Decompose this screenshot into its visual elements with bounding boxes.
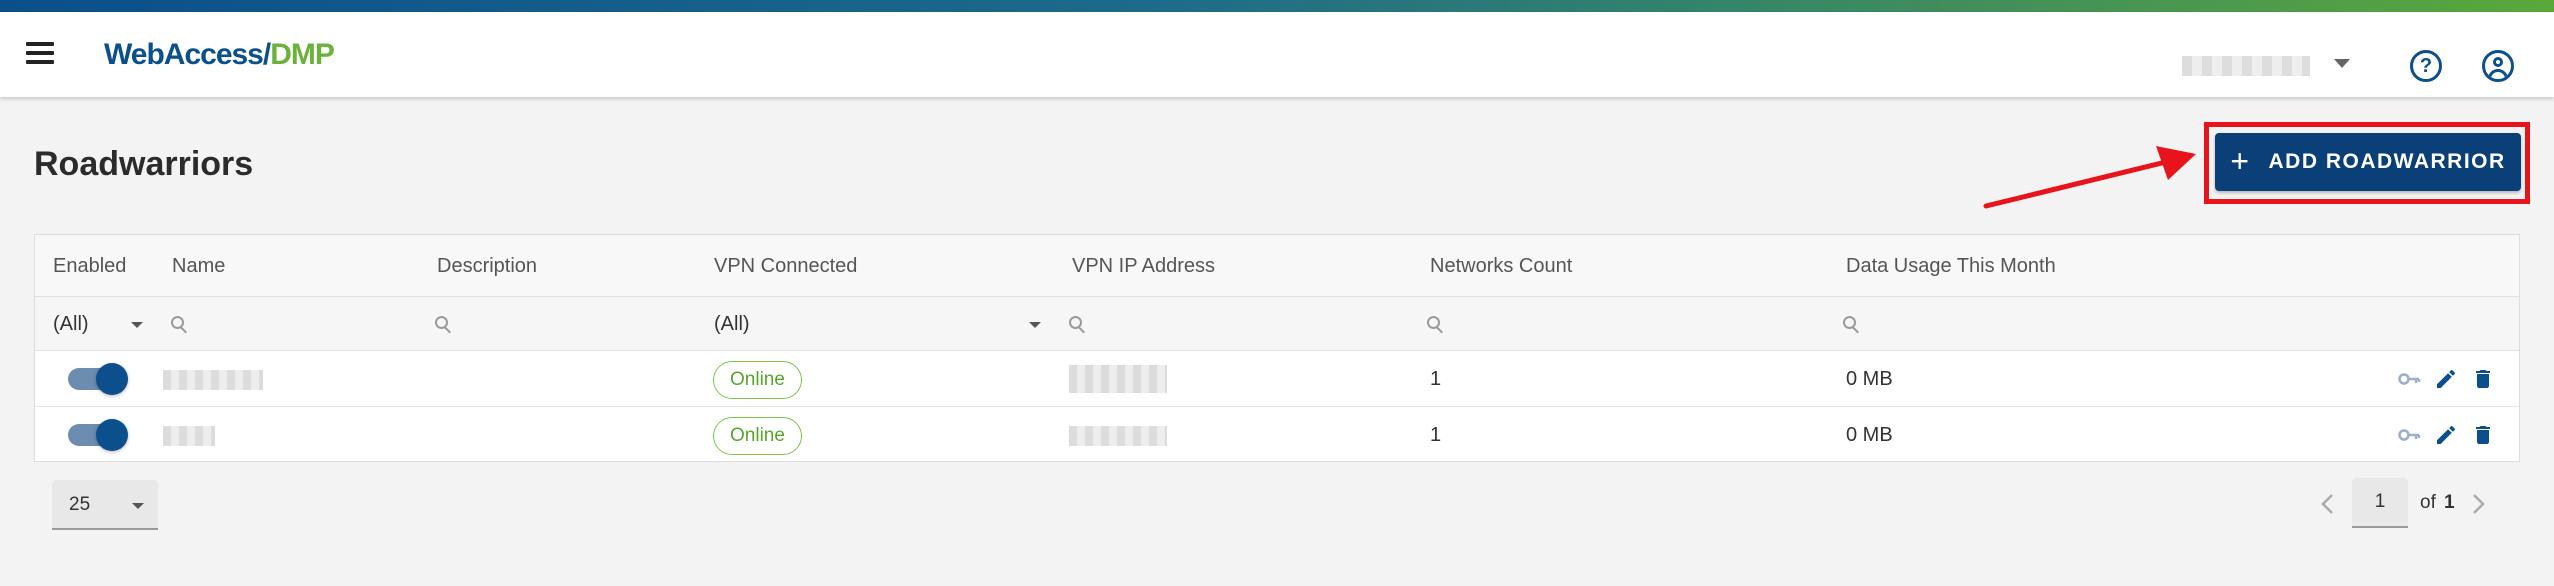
col-networks-count[interactable]: Networks Count bbox=[1430, 255, 1572, 278]
search-icon[interactable] bbox=[1843, 316, 1861, 334]
top-accent-stripe bbox=[0, 0, 2554, 12]
logo-text-secondary: DMP bbox=[270, 38, 335, 71]
vpn-ip-redacted bbox=[1069, 426, 1167, 446]
delete-icon[interactable] bbox=[2471, 367, 2495, 391]
status-badge: Online bbox=[713, 417, 802, 455]
search-icon[interactable] bbox=[1069, 316, 1087, 334]
col-enabled[interactable]: Enabled bbox=[53, 255, 126, 278]
table-row[interactable]: Online 1 0 MB bbox=[35, 351, 2519, 407]
networks-count: 1 bbox=[1430, 368, 1442, 390]
search-icon[interactable] bbox=[435, 316, 453, 334]
add-roadwarrior-label: ADD ROADWARRIOR bbox=[2268, 150, 2506, 173]
key-icon[interactable] bbox=[2397, 423, 2421, 447]
name-redacted bbox=[163, 370, 263, 390]
account-icon[interactable] bbox=[2482, 50, 2514, 82]
user-selector-redacted[interactable] bbox=[2182, 56, 2310, 76]
help-icon[interactable]: ? bbox=[2410, 50, 2442, 82]
menu-icon[interactable] bbox=[26, 42, 54, 66]
col-description[interactable]: Description bbox=[437, 255, 537, 278]
key-icon[interactable] bbox=[2397, 367, 2421, 391]
of-label: of bbox=[2420, 492, 2436, 513]
data-usage: 0 MB bbox=[1846, 368, 1893, 390]
col-vpn-ip-address[interactable]: VPN IP Address bbox=[1072, 255, 1215, 278]
name-redacted bbox=[163, 426, 215, 446]
app-logo[interactable]: WebAccess/DMP bbox=[104, 38, 335, 72]
total-pages: 1 bbox=[2444, 492, 2455, 513]
chevron-left-icon[interactable] bbox=[2320, 492, 2334, 516]
enabled-filter[interactable]: (All) bbox=[53, 313, 89, 336]
enabled-toggle[interactable] bbox=[68, 363, 128, 395]
page-size-select[interactable]: 25 bbox=[52, 480, 158, 530]
page-title: Roadwarriors bbox=[34, 145, 254, 183]
chevron-down-icon[interactable] bbox=[131, 322, 143, 328]
edit-icon[interactable] bbox=[2434, 423, 2458, 447]
vpn-connected-filter[interactable]: (All) bbox=[714, 313, 750, 336]
search-icon[interactable] bbox=[171, 316, 189, 334]
add-roadwarrior-button[interactable]: + ADD ROADWARRIOR bbox=[2215, 133, 2521, 191]
col-data-usage[interactable]: Data Usage This Month bbox=[1846, 255, 2056, 278]
edit-icon[interactable] bbox=[2434, 367, 2458, 391]
logo-text-primary: WebAccess/ bbox=[104, 38, 271, 71]
chevron-down-icon bbox=[132, 503, 144, 509]
page-number-input[interactable]: 1 bbox=[2352, 478, 2408, 528]
app-header: WebAccess/DMP ? bbox=[0, 12, 2554, 97]
chevron-down-icon[interactable] bbox=[1029, 322, 1041, 328]
page-size-value: 25 bbox=[69, 494, 91, 515]
vpn-ip-redacted bbox=[1069, 365, 1167, 393]
data-usage: 0 MB bbox=[1846, 424, 1893, 446]
plus-icon: + bbox=[2230, 142, 2251, 179]
delete-icon[interactable] bbox=[2471, 423, 2495, 447]
search-icon[interactable] bbox=[1427, 316, 1445, 334]
enabled-toggle[interactable] bbox=[68, 419, 128, 451]
col-vpn-connected[interactable]: VPN Connected bbox=[714, 255, 857, 278]
col-name[interactable]: Name bbox=[172, 255, 225, 278]
chevron-right-icon[interactable] bbox=[2472, 492, 2486, 516]
annotation-arrow bbox=[1983, 146, 2196, 209]
networks-count: 1 bbox=[1430, 424, 1442, 446]
filter-row: (All) (All) bbox=[35, 297, 2519, 351]
roadwarriors-table: Enabled Name Description VPN Connected V… bbox=[34, 234, 2520, 462]
status-badge: Online bbox=[713, 361, 802, 399]
table-row[interactable]: Online 1 0 MB bbox=[35, 407, 2519, 463]
table-header: Enabled Name Description VPN Connected V… bbox=[35, 235, 2519, 297]
chevron-down-icon[interactable] bbox=[2334, 59, 2350, 68]
